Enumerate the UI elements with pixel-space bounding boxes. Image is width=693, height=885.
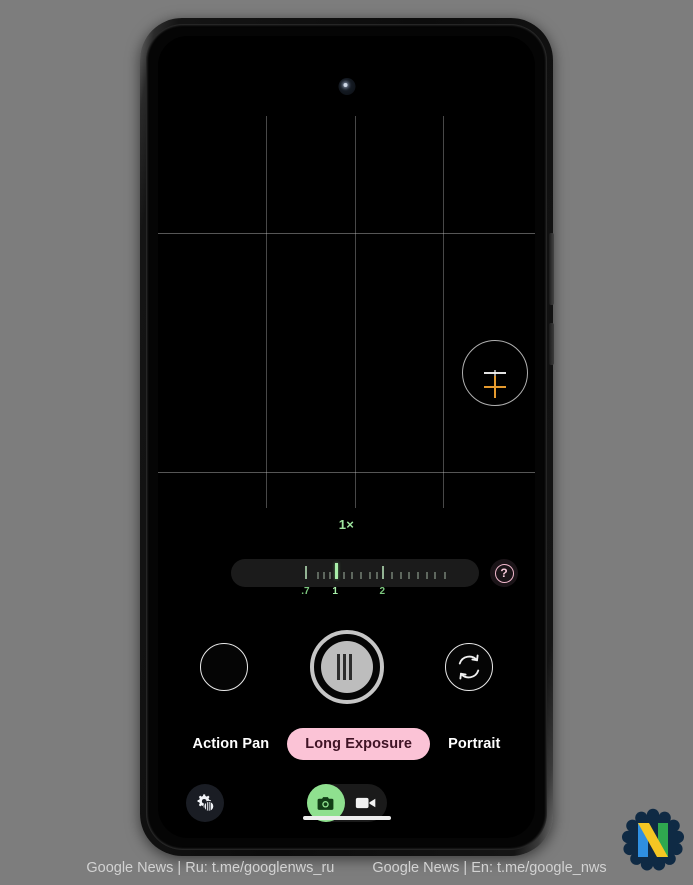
camera-photo-icon <box>317 796 334 810</box>
bottom-control-bar <box>158 774 535 832</box>
zoom-tick-minor <box>322 572 325 579</box>
volume-rocker-button[interactable] <box>549 233 554 305</box>
grid-line-vertical-right <box>443 116 444 508</box>
mode-tab-action-pan[interactable]: Action Pan <box>181 728 282 760</box>
shutter-inner-disc <box>320 641 373 693</box>
zoom-slider[interactable]: .7 1 2 <box>231 559 479 597</box>
home-indicator-pill[interactable] <box>302 816 391 820</box>
zoom-tick-minor <box>434 572 437 579</box>
front-camera-lens-icon <box>338 78 355 95</box>
focus-marker-vertical <box>494 376 496 398</box>
zoom-tick-minor <box>425 572 428 579</box>
zoom-tick-minor <box>417 572 419 579</box>
zoom-tick-minor <box>444 572 447 579</box>
zoom-tick-label-p7: .7 <box>301 586 310 597</box>
zoom-help-button[interactable]: ? <box>490 559 518 587</box>
zoom-tick-minor <box>328 572 331 579</box>
zoom-tick-label-1: 1 <box>332 586 338 597</box>
shutter-button[interactable] <box>309 630 384 704</box>
zoom-tick-1[interactable] <box>335 563 339 579</box>
grid-line-vertical-left <box>266 116 267 508</box>
settings-button[interactable] <box>186 784 224 822</box>
focus-reticle-icon[interactable] <box>462 340 528 406</box>
camera-mode-tabs: Action Pan Long Exposure Portrait <box>158 726 535 762</box>
focus-marker-icon <box>484 376 506 398</box>
video-camera-icon <box>355 797 375 809</box>
zoom-tick-minor <box>376 572 379 579</box>
zoom-tick-minor <box>390 572 393 579</box>
long-exposure-stripes-icon <box>334 654 360 680</box>
camera-flip-icon <box>458 654 480 680</box>
zoom-tick-minor <box>359 572 362 579</box>
zoom-slider-row[interactable]: .7 1 2 ? <box>158 548 535 597</box>
capture-controls-row <box>158 612 535 724</box>
zoom-tick-minor <box>342 572 345 579</box>
front-camera-glint <box>343 83 347 87</box>
grid-line-horizontal-upper <box>158 233 535 234</box>
zoom-tick-2[interactable] <box>382 566 385 579</box>
toggle-video-mode[interactable] <box>345 795 387 811</box>
question-mark-icon: ? <box>494 563 514 583</box>
grid-line-vertical-center <box>355 116 356 508</box>
brand-badge-icon <box>621 808 685 872</box>
zoom-tick-p7[interactable] <box>305 566 308 579</box>
zoom-tick-minor <box>316 572 319 579</box>
zoom-tick-minor <box>399 572 402 579</box>
watermark: Google News | Ru: t.me/googlenws_ru Goog… <box>0 860 693 876</box>
zoom-tick-label-2: 2 <box>379 586 386 597</box>
zoom-tick-minor <box>408 572 411 579</box>
settings-gear-effects-icon <box>197 794 215 812</box>
zoom-level-readout: 1× <box>338 517 355 532</box>
mode-tab-long-exposure[interactable]: Long Exposure <box>287 728 431 760</box>
power-button[interactable] <box>549 323 554 365</box>
grid-line-horizontal-lower <box>158 472 535 473</box>
zoom-tick-marks: .7 1 2 <box>231 559 479 597</box>
watermark-left-text: Google News | Ru: t.me/googlenws_ru <box>86 860 335 876</box>
mode-tab-portrait[interactable]: Portrait <box>436 728 512 760</box>
phone-device: 1× .7 1 2 ? Action Pan Long Exposure Por… <box>140 18 554 856</box>
gallery-thumbnail[interactable] <box>200 643 248 691</box>
phone-bezel: 1× .7 1 2 ? Action Pan Long Exposure Por… <box>146 24 547 850</box>
zoom-tick-minor <box>368 572 371 579</box>
camera-flip-button[interactable] <box>445 643 493 691</box>
zoom-tick-minor <box>351 572 354 579</box>
camera-viewfinder[interactable] <box>158 36 535 508</box>
phone-screen: 1× .7 1 2 ? Action Pan Long Exposure Por… <box>158 36 535 838</box>
watermark-right-text: Google News | En: t.me/google_nws <box>372 860 607 876</box>
